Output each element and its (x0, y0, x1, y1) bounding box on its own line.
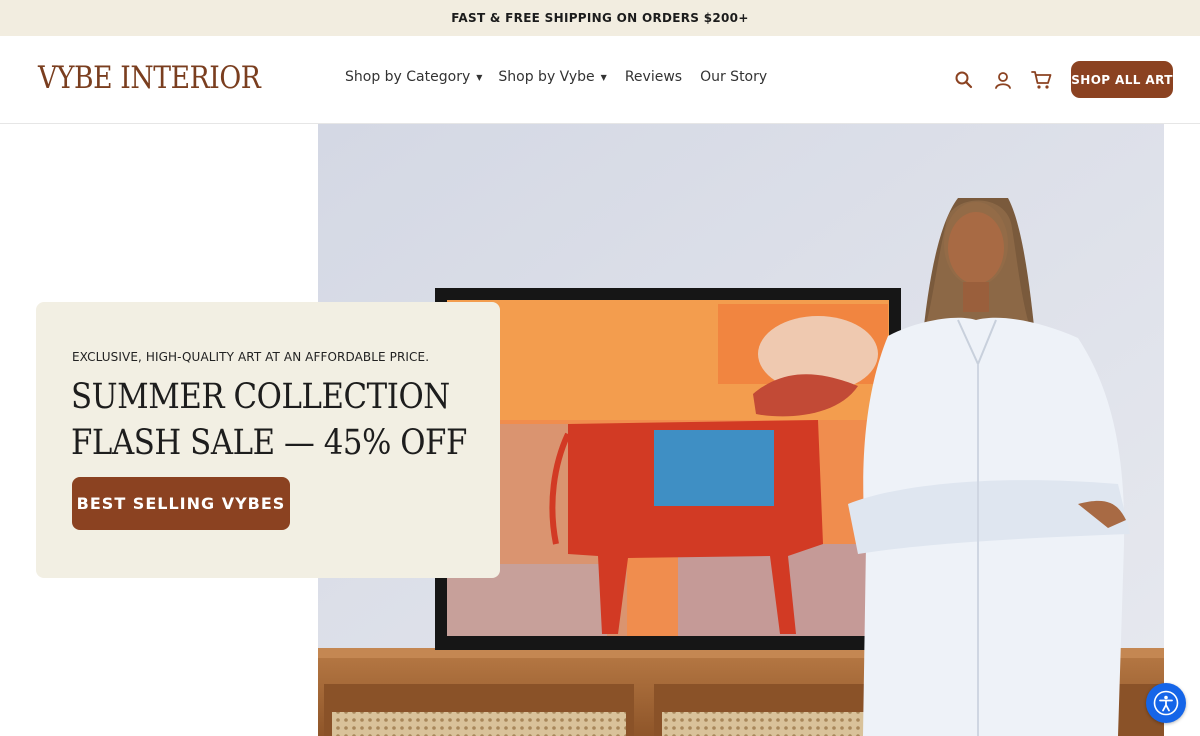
header-icons (952, 68, 1054, 92)
logo[interactable]: VYBE INTERIOR (38, 60, 261, 96)
account-icon[interactable] (991, 68, 1015, 92)
shop-all-art-button[interactable]: SHOP ALL ART (1071, 61, 1173, 98)
nav-label: Shop by Vybe (498, 69, 595, 85)
cart-icon[interactable] (1030, 68, 1054, 92)
announcement-bar: FAST & FREE SHIPPING ON ORDERS $200+ (0, 0, 1200, 36)
caret-down-icon: ▼ (600, 72, 607, 82)
announcement-text: FAST & FREE SHIPPING ON ORDERS $200+ (451, 11, 749, 25)
main-nav: Shop by Category ▼ Shop by Vybe ▼ Review… (345, 69, 767, 85)
accessibility-button[interactable] (1146, 683, 1186, 723)
nav-shop-by-vybe[interactable]: Shop by Vybe ▼ (498, 69, 606, 85)
promo-title-line-2: FLASH SALE — 45% OFF (71, 423, 467, 463)
promo-title: SUMMER COLLECTION FLASH SALE — 45% OFF (71, 374, 467, 466)
accessibility-icon (1153, 690, 1179, 716)
site-header: VYBE INTERIOR Shop by Category ▼ Shop by… (0, 36, 1200, 124)
nav-label: Our Story (700, 69, 768, 85)
promo-card: EXCLUSIVE, HIGH-QUALITY ART AT AN AFFORD… (36, 302, 500, 578)
nav-shop-by-category[interactable]: Shop by Category ▼ (345, 69, 482, 85)
nav-label: Shop by Category (345, 69, 471, 85)
caret-down-icon: ▼ (476, 72, 483, 82)
nav-our-story[interactable]: Our Story (700, 69, 767, 85)
best-selling-vybes-button[interactable]: BEST SELLING VYBES (72, 477, 290, 530)
search-icon[interactable] (952, 68, 976, 92)
nav-label: Reviews (624, 69, 683, 85)
nav-reviews[interactable]: Reviews (625, 69, 682, 85)
promo-title-line-1: SUMMER COLLECTION (71, 377, 450, 417)
promo-eyebrow: EXCLUSIVE, HIGH-QUALITY ART AT AN AFFORD… (72, 350, 430, 364)
